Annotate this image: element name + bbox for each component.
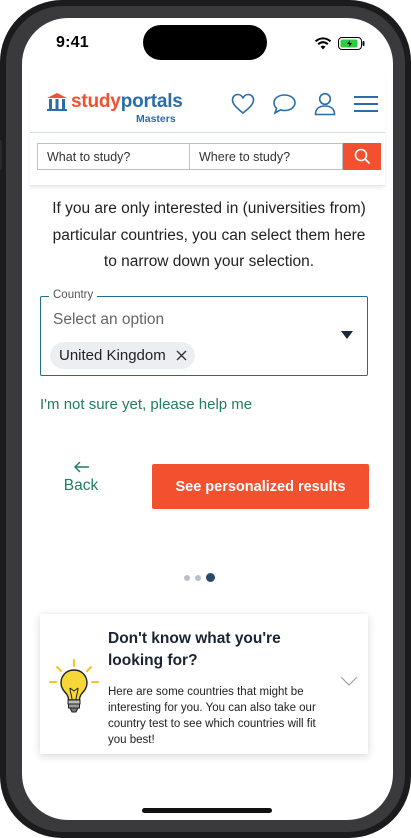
status-time: 9:41 [56,34,89,51]
search-icon [354,148,370,165]
heart-icon[interactable] [231,93,255,115]
step-dot [195,574,201,581]
help-me-link[interactable]: I'm not sure yet, please help me [40,396,252,413]
card-text: Here are some countries that might be in… [108,686,316,746]
status-icons [314,37,365,50]
selected-country-label: United Kingdom [59,347,166,364]
chevron-down-icon[interactable] [340,676,358,686]
where-to-study-input[interactable]: Where to study? [190,143,343,170]
site-header: study portals Masters [30,76,385,133]
search-button[interactable] [343,143,381,170]
logo-text-study: study [71,91,121,112]
logo-text-portals: portals [120,91,183,112]
country-help-card[interactable]: Don't know what you're looking for? Here… [40,614,368,754]
lightbulb-icon [49,659,99,713]
screen: 9:41 study portals Masters What to study… [22,18,393,820]
step-indicator [184,573,215,582]
back-button-label: Back [63,477,99,494]
side-button [0,140,2,170]
caret-down-icon[interactable] [341,331,353,339]
dynamic-island [143,25,267,60]
back-arrow-icon [73,461,89,473]
home-indicator [142,808,272,813]
see-results-button[interactable]: See personalized results [152,464,369,509]
intro-text: If you are only interested in (universit… [52,200,366,270]
header-actions [231,92,379,116]
what-to-study-input[interactable]: What to study? [37,143,190,170]
logo-building-icon [47,93,67,111]
country-select-placeholder[interactable]: Select an option [53,311,164,329]
selected-country-chip: United Kingdom [50,342,195,369]
wifi-icon [314,37,332,50]
country-select-label: Country [49,289,98,301]
back-button[interactable]: Back [60,461,102,495]
logo-subtitle: Masters [136,113,176,125]
phone-frame: 9:41 study portals Masters What to study… [0,0,411,838]
chat-icon[interactable] [272,93,297,115]
close-icon[interactable] [176,350,187,361]
card-title: Don't know what you're looking for? [108,630,281,669]
battery-icon [338,37,365,50]
country-select[interactable]: Country Select an option United Kingdom [40,289,368,376]
step-dot [184,574,190,581]
search-bar: What to study? Where to study? [30,133,385,186]
step-dot-active [206,573,215,582]
studyportals-logo[interactable]: study portals Masters [46,91,183,125]
user-icon[interactable] [314,92,336,116]
menu-icon[interactable] [353,94,379,114]
